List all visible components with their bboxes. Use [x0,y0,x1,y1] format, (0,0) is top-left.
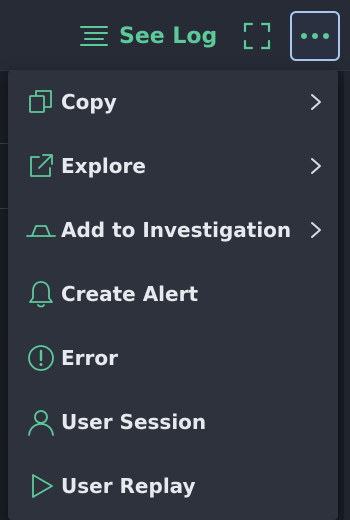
menu-item-label: Copy [61,90,117,114]
app-root: See Log Copy Explore Add to Investigatio… [0,0,350,520]
see-log-button[interactable]: See Log [79,20,217,52]
chevron-right-icon [311,222,321,238]
more-options-button[interactable] [290,11,340,61]
menu-item-user-replay[interactable]: User Replay [8,454,338,518]
error-circle-icon [28,345,54,371]
menu-item-error[interactable]: Error [8,326,338,390]
menu-item-label: Add to Investigation [61,218,292,242]
play-icon [32,474,53,498]
log-lines-icon [80,26,108,46]
chevron-right-icon [311,94,321,110]
background-edge [344,70,350,520]
menu-item-label: User Replay [61,474,196,498]
investigation-icon [26,225,56,237]
external-link-icon [30,154,53,177]
see-log-label: See Log [119,23,218,49]
menu-item-create-alert[interactable]: Create Alert [8,262,338,326]
user-icon [28,410,54,436]
menu-item-copy[interactable]: Copy [8,70,338,134]
menu-item-user-session[interactable]: User Session [8,390,338,454]
bell-icon [29,281,53,308]
menu-item-label: User Session [61,410,207,434]
copy-icon [29,90,52,113]
top-toolbar: See Log [0,0,350,71]
menu-item-explore[interactable]: Explore [8,134,338,198]
expand-icon[interactable] [243,22,271,50]
menu-item-add-to-investigation[interactable]: Add to Investigation [8,198,338,262]
menu-item-label: Create Alert [61,282,199,306]
chevron-right-icon [311,158,321,174]
menu-item-label: Explore [61,154,146,178]
actions-menu: Copy Explore Add to Investigation Create… [8,70,338,520]
menu-item-label: Error [61,346,118,370]
more-horizontal-icon [301,33,329,39]
